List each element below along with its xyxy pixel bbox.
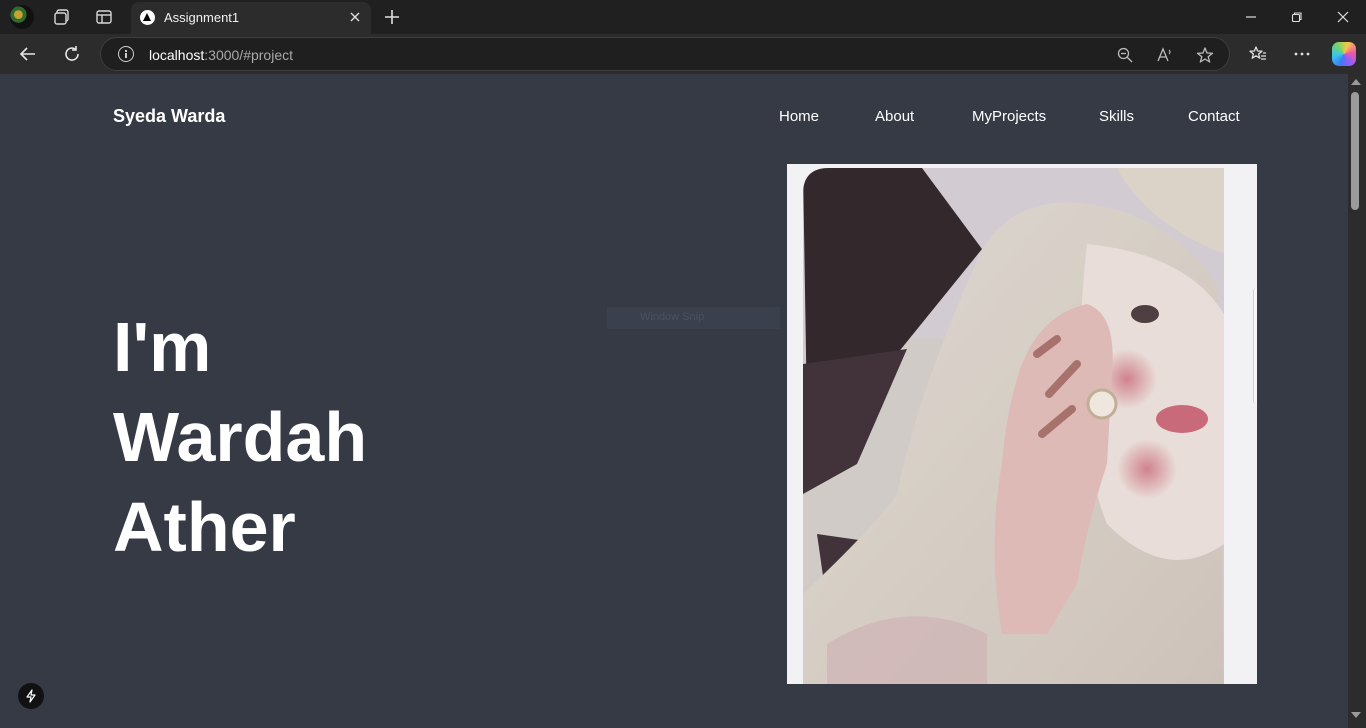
nav-link-home[interactable]: Home	[779, 108, 819, 125]
close-icon[interactable]	[1320, 0, 1366, 34]
workspaces-icon[interactable]	[52, 7, 72, 27]
more-icon[interactable]	[1290, 42, 1314, 66]
read-aloud-icon[interactable]	[1156, 46, 1174, 64]
back-arrow-icon[interactable]	[16, 42, 40, 66]
favorites-icon[interactable]	[1246, 42, 1270, 66]
hero-line-1: I'm	[113, 308, 212, 386]
scroll-down-icon[interactable]	[1351, 712, 1361, 718]
snip-overlay-label: Window Snip	[640, 311, 705, 323]
profile-photo	[787, 164, 1257, 684]
profile-avatar[interactable]	[10, 5, 34, 29]
nextjs-favicon-icon	[140, 10, 155, 25]
hero-line-3: Ather	[113, 488, 296, 566]
restore-icon[interactable]	[1274, 0, 1320, 34]
vertical-tabs-icon[interactable]	[94, 7, 114, 27]
reload-icon[interactable]	[60, 42, 84, 66]
hero-line-2: Wardah	[113, 398, 368, 476]
info-icon[interactable]	[118, 46, 134, 62]
address-bar-row: localhost:3000/#project	[0, 34, 1366, 74]
hero-heading: I'm Wardah Ather	[113, 302, 367, 572]
copilot-icon[interactable]	[1332, 42, 1356, 66]
portfolio-page: Syeda Warda Home About MyProjects Skills…	[0, 74, 1348, 728]
nav-link-skills[interactable]: Skills	[1099, 108, 1134, 125]
lightning-icon[interactable]	[18, 683, 44, 709]
scroll-up-icon[interactable]	[1351, 79, 1361, 85]
nav-link-contact[interactable]: Contact	[1188, 108, 1240, 125]
tab-assignment1[interactable]: Assignment1	[131, 2, 371, 34]
image-side-handle	[1253, 288, 1257, 404]
zoom-out-icon[interactable]	[1116, 46, 1134, 64]
page-scrollbar[interactable]	[1348, 74, 1366, 728]
plus-icon[interactable]	[382, 7, 402, 27]
url-text[interactable]: localhost:3000/#project	[149, 47, 293, 63]
address-bar[interactable]: localhost:3000/#project	[100, 37, 1230, 71]
tab-title: Assignment1	[164, 10, 240, 25]
close-icon[interactable]	[347, 9, 363, 25]
nav-link-about[interactable]: About	[875, 108, 914, 125]
nav-link-myprojects[interactable]: MyProjects	[972, 108, 1046, 125]
minimize-icon[interactable]	[1228, 0, 1274, 34]
scrollbar-thumb[interactable]	[1351, 92, 1359, 210]
url-host: localhost	[149, 47, 205, 63]
profile-photo-image	[803, 168, 1224, 684]
site-brand[interactable]: Syeda Warda	[113, 106, 225, 127]
url-path: :3000/#project	[204, 47, 293, 63]
star-icon[interactable]	[1196, 46, 1214, 64]
browser-tab-bar: Assignment1	[0, 0, 1366, 34]
snip-overlay-ghost: Window Snip	[607, 307, 780, 329]
